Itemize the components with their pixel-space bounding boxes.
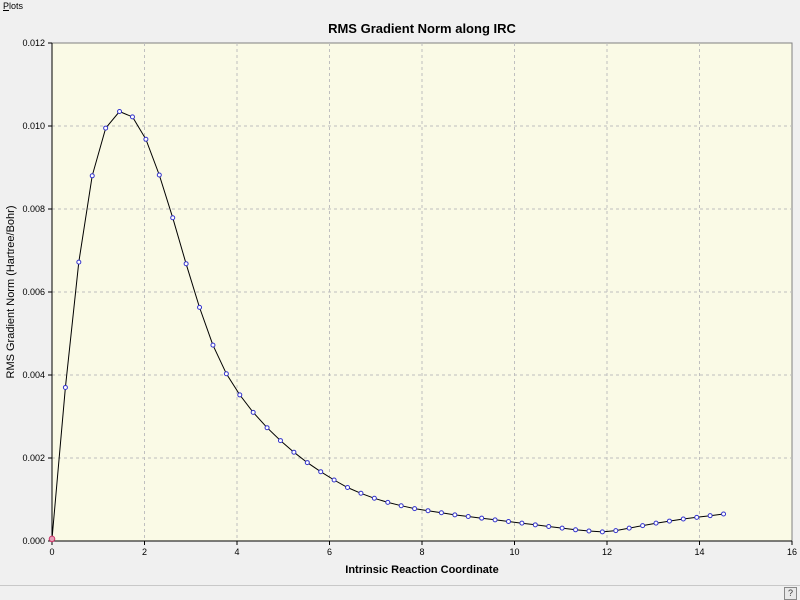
data-point[interactable] xyxy=(479,515,485,521)
data-point[interactable] xyxy=(425,508,431,514)
menu-bar: Plots xyxy=(0,0,800,14)
data-point[interactable] xyxy=(210,342,216,348)
data-point[interactable] xyxy=(264,425,270,431)
data-point[interactable] xyxy=(103,125,109,131)
data-point[interactable] xyxy=(573,527,579,533)
data-point[interactable] xyxy=(398,503,404,509)
data-point[interactable] xyxy=(170,215,176,221)
data-point[interactable] xyxy=(62,384,68,390)
data-point[interactable] xyxy=(694,514,700,520)
irc-line-chart: 0 2 4 6 8 10 12 14 16 0.000 0.002 0.004 0.006 0.008 0.… xyxy=(5,21,797,576)
data-point[interactable] xyxy=(519,520,525,526)
x-tick-label: 8 xyxy=(419,547,424,557)
data-point[interactable] xyxy=(237,392,243,398)
x-tick-label: 6 xyxy=(327,547,332,557)
data-point[interactable] xyxy=(345,484,351,490)
data-point[interactable] xyxy=(666,518,672,524)
status-bar: ? xyxy=(0,585,800,600)
x-tick-label: 12 xyxy=(602,547,612,557)
y-tick-label: 0.010 xyxy=(22,121,45,131)
x-tick-label: 16 xyxy=(787,547,797,557)
data-point[interactable] xyxy=(640,523,646,529)
menu-plots-label: lots xyxy=(9,1,24,11)
data-point[interactable] xyxy=(129,114,135,120)
data-point[interactable] xyxy=(331,477,337,483)
x-tick-label: 4 xyxy=(234,547,239,557)
data-point[interactable] xyxy=(653,520,659,526)
y-tick-label: 0.012 xyxy=(22,38,45,48)
y-tick-label: 0.000 xyxy=(22,536,45,546)
x-tick-label: 2 xyxy=(142,547,147,557)
data-point[interactable] xyxy=(505,518,511,524)
data-point[interactable] xyxy=(586,528,592,534)
y-tick-label: 0.008 xyxy=(22,204,45,214)
data-point[interactable] xyxy=(626,525,632,531)
data-point[interactable] xyxy=(492,517,498,523)
data-point[interactable] xyxy=(143,136,149,142)
data-point[interactable] xyxy=(452,512,458,518)
help-icon[interactable]: ? xyxy=(784,587,797,600)
data-point[interactable] xyxy=(48,535,56,543)
x-tick-label: 14 xyxy=(694,547,704,557)
data-point[interactable] xyxy=(318,469,324,475)
plot-panel: 0 2 4 6 8 10 12 14 16 0.000 0.002 0.004 0.006 0.008 0.… xyxy=(0,14,800,585)
data-point[interactable] xyxy=(371,495,377,501)
data-point[interactable] xyxy=(721,511,727,517)
data-point[interactable] xyxy=(465,514,471,520)
data-point[interactable] xyxy=(197,304,203,310)
data-point[interactable] xyxy=(385,499,391,505)
x-tick-label: 10 xyxy=(509,547,519,557)
data-point[interactable] xyxy=(599,529,605,535)
y-axis-title: RMS Gradient Norm (Hartree/Bohr) xyxy=(5,206,17,379)
data-point[interactable] xyxy=(532,522,538,528)
data-point[interactable] xyxy=(358,490,364,496)
data-point[interactable] xyxy=(277,438,283,444)
data-point[interactable] xyxy=(546,523,552,529)
data-point[interactable] xyxy=(76,259,82,265)
y-tick-label: 0.002 xyxy=(22,453,45,463)
data-point[interactable] xyxy=(412,506,418,512)
data-point[interactable] xyxy=(559,525,565,531)
data-point[interactable] xyxy=(304,460,310,466)
data-point[interactable] xyxy=(183,261,189,267)
data-point[interactable] xyxy=(89,173,95,179)
data-point[interactable] xyxy=(117,108,123,114)
x-axis-title: Intrinsic Reaction Coordinate xyxy=(345,564,498,576)
chart-title: RMS Gradient Norm along IRC xyxy=(328,21,516,36)
data-point[interactable] xyxy=(613,528,619,534)
x-tick-label: 0 xyxy=(49,547,54,557)
data-point[interactable] xyxy=(680,516,686,522)
data-point[interactable] xyxy=(438,510,444,516)
data-point[interactable] xyxy=(707,513,713,519)
data-point[interactable] xyxy=(291,449,297,455)
y-tick-label: 0.004 xyxy=(22,370,45,380)
data-point[interactable] xyxy=(156,172,162,178)
y-tick-label: 0.006 xyxy=(22,287,45,297)
data-point[interactable] xyxy=(250,409,256,415)
data-point[interactable] xyxy=(223,371,229,377)
menu-plots[interactable]: Plots xyxy=(3,1,23,11)
